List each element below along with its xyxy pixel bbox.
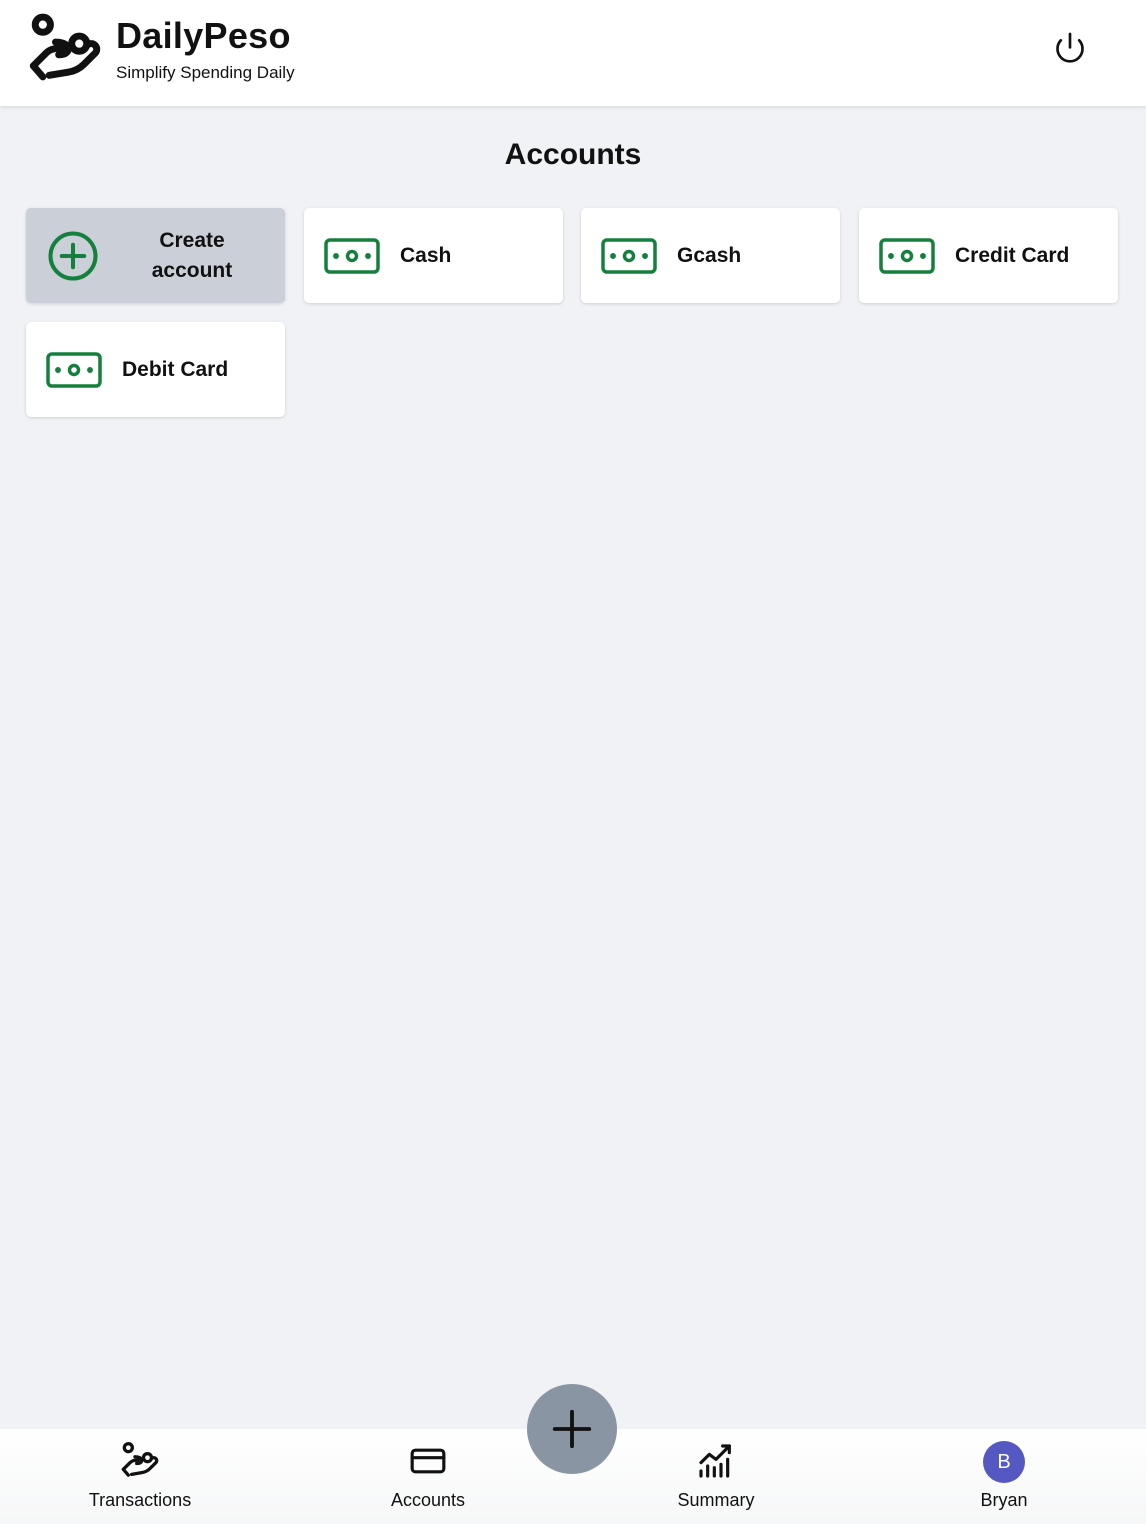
credit-card-icon bbox=[410, 1448, 446, 1474]
add-transaction-button[interactable] bbox=[527, 1384, 617, 1474]
plus-circle-icon bbox=[48, 230, 98, 281]
banknote-icon bbox=[879, 237, 935, 274]
nav-profile[interactable]: B Bryan bbox=[904, 1429, 1104, 1524]
banknote-icon bbox=[46, 351, 102, 388]
brand-tagline: Simplify Spending Daily bbox=[116, 63, 295, 82]
app-header: DailyPeso Simplify Spending Daily bbox=[0, 0, 1146, 106]
account-card-gcash[interactable]: Gcash bbox=[581, 208, 840, 303]
account-card-credit-card[interactable]: Credit Card bbox=[859, 208, 1118, 303]
nav-label: Bryan bbox=[980, 1490, 1028, 1510]
page-title: Accounts bbox=[504, 138, 642, 171]
create-account-button[interactable]: Create account bbox=[26, 208, 285, 303]
hand-coins-icon bbox=[29, 13, 101, 81]
create-account-label: Create account bbox=[151, 228, 233, 282]
chart-icon bbox=[699, 1444, 731, 1478]
account-label: Debit Card bbox=[122, 357, 229, 381]
nav-label: Transactions bbox=[88, 1490, 192, 1510]
account-label: Gcash bbox=[677, 243, 742, 267]
nav-accounts[interactable]: Accounts bbox=[328, 1429, 528, 1524]
brand-name: DailyPeso bbox=[116, 15, 291, 56]
account-label: Cash bbox=[400, 243, 452, 267]
account-card-debit-card[interactable]: Debit Card bbox=[26, 322, 285, 417]
nav-label: Accounts bbox=[390, 1490, 466, 1510]
hand-coins-icon bbox=[121, 1441, 159, 1477]
account-label: Credit Card bbox=[955, 243, 1070, 267]
nav-label: Summary bbox=[677, 1490, 755, 1510]
nav-transactions[interactable]: Transactions bbox=[40, 1429, 240, 1524]
avatar: B bbox=[983, 1441, 1025, 1483]
account-card-cash[interactable]: Cash bbox=[304, 208, 563, 303]
plus-icon bbox=[552, 1409, 592, 1449]
banknote-icon bbox=[601, 237, 657, 274]
power-icon[interactable] bbox=[1050, 29, 1090, 69]
nav-summary[interactable]: Summary bbox=[616, 1429, 816, 1524]
banknote-icon bbox=[324, 237, 380, 274]
